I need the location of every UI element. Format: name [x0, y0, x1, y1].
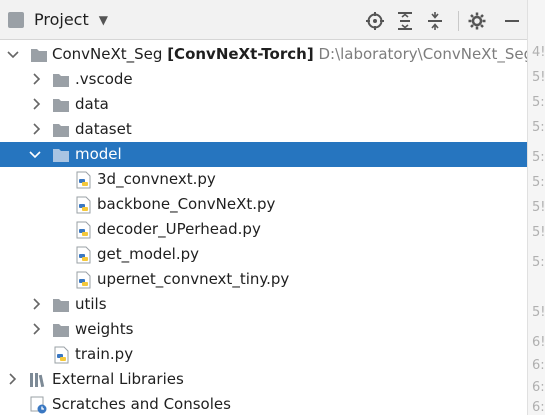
- python-file-icon: [76, 171, 94, 189]
- scratches-label: Scratches and Consoles: [52, 395, 231, 413]
- chevron-right-icon[interactable]: [31, 298, 43, 310]
- tree-item-dataset[interactable]: dataset: [0, 117, 527, 142]
- chevron-down-icon[interactable]: [7, 49, 19, 61]
- file-label: backbone_ConvNeXt.py: [97, 195, 276, 213]
- folder-icon: [52, 322, 70, 338]
- tree-item-file[interactable]: upernet_convnext_tiny.py: [0, 267, 527, 292]
- folder-label: utils: [75, 295, 107, 313]
- tree-item-file[interactable]: 3d_convnext.py: [0, 167, 527, 192]
- line-number: 6:: [532, 400, 545, 415]
- chevron-right-icon[interactable]: [7, 373, 19, 385]
- line-number: 5!: [532, 70, 545, 85]
- folder-label: data: [75, 95, 109, 113]
- folder-icon: [52, 297, 70, 313]
- locate-icon[interactable]: [360, 11, 390, 31]
- tree-item-train[interactable]: train.py: [0, 342, 527, 367]
- expand-all-icon[interactable]: [390, 11, 420, 31]
- file-label: 3d_convnext.py: [97, 170, 216, 188]
- chevron-right-icon[interactable]: [31, 98, 43, 110]
- root-label: ConvNeXt_Seg [ConvNeXt-Torch] D:\laborat…: [52, 45, 533, 63]
- library-icon: [29, 372, 47, 388]
- project-view-selector[interactable]: Project ▼: [8, 10, 108, 29]
- line-number: 5:: [532, 95, 545, 110]
- collapse-all-icon[interactable]: [420, 11, 450, 31]
- python-file-icon: [76, 271, 94, 289]
- folder-label: dataset: [75, 120, 132, 138]
- line-number: 5:: [532, 150, 545, 165]
- file-label: decoder_UPerhead.py: [97, 220, 261, 238]
- line-number: 5!: [532, 305, 545, 320]
- folder-icon: [52, 72, 70, 88]
- tree-item-model[interactable]: model: [0, 142, 527, 167]
- chevron-right-icon[interactable]: [31, 123, 43, 135]
- chevron-right-icon[interactable]: [31, 73, 43, 85]
- toolbar-divider: [458, 11, 459, 31]
- folder-icon: [52, 97, 70, 113]
- line-number: 5:: [532, 255, 545, 270]
- line-number: 6:: [532, 358, 545, 373]
- tree-item-file[interactable]: decoder_UPerhead.py: [0, 217, 527, 242]
- tree-item-weights[interactable]: weights: [0, 317, 527, 342]
- tree-item-file[interactable]: get_model.py: [0, 242, 527, 267]
- tree-item-scratches[interactable]: Scratches and Consoles: [0, 392, 527, 417]
- line-number: 5:: [532, 175, 545, 190]
- line-number: 5!: [532, 225, 545, 240]
- minimize-icon[interactable]: [497, 11, 527, 31]
- tree-item-utils[interactable]: utils: [0, 292, 527, 317]
- folder-icon: [30, 47, 48, 63]
- editor-gutter: 4! 5! 5: 5: 5: 5: 5! 5! 5: 5! 6! 6: 6: 6…: [527, 0, 545, 415]
- python-file-icon: [76, 221, 94, 239]
- project-tree: ConvNeXt_Seg [ConvNeXt-Torch] D:\laborat…: [0, 40, 533, 417]
- tree-item-external-libraries[interactable]: External Libraries: [0, 367, 527, 392]
- scratches-icon: [30, 396, 48, 414]
- line-number: 4!: [532, 45, 545, 60]
- tree-item-file[interactable]: backbone_ConvNeXt.py: [0, 192, 527, 217]
- folder-label: weights: [75, 320, 134, 338]
- tree-item-data[interactable]: data: [0, 92, 527, 117]
- project-view-icon: [8, 11, 24, 28]
- chevron-right-icon[interactable]: [31, 323, 43, 335]
- folder-label: .vscode: [75, 70, 133, 88]
- folder-icon: [52, 122, 70, 138]
- external-libraries-label: External Libraries: [52, 370, 184, 388]
- tree-item-root[interactable]: ConvNeXt_Seg [ConvNeXt-Torch] D:\laborat…: [0, 42, 533, 67]
- chevron-down-icon[interactable]: [29, 149, 41, 161]
- python-file-icon: [76, 196, 94, 214]
- file-label: train.py: [75, 345, 134, 363]
- line-number: 5!: [532, 200, 545, 215]
- file-label: get_model.py: [97, 245, 200, 263]
- chevron-down-icon: ▼: [98, 12, 108, 27]
- line-number: 5:: [532, 120, 545, 135]
- root-module: [ConvNeXt-Torch]: [167, 45, 314, 63]
- tree-item-vscode[interactable]: .vscode: [0, 67, 527, 92]
- line-number: 6!: [532, 335, 545, 350]
- project-toolbar: Project ▼: [0, 0, 527, 40]
- line-number: 6:: [532, 380, 545, 395]
- root-name: ConvNeXt_Seg: [52, 45, 163, 63]
- folder-icon: [52, 147, 70, 163]
- folder-label: model: [75, 145, 122, 163]
- python-file-icon: [54, 346, 72, 364]
- root-path: D:\laboratory\ConvNeXt_Seg: [318, 45, 534, 63]
- python-file-icon: [76, 246, 94, 264]
- gear-icon[interactable]: [462, 11, 492, 31]
- project-title: Project: [34, 10, 89, 29]
- file-label: upernet_convnext_tiny.py: [97, 270, 290, 288]
